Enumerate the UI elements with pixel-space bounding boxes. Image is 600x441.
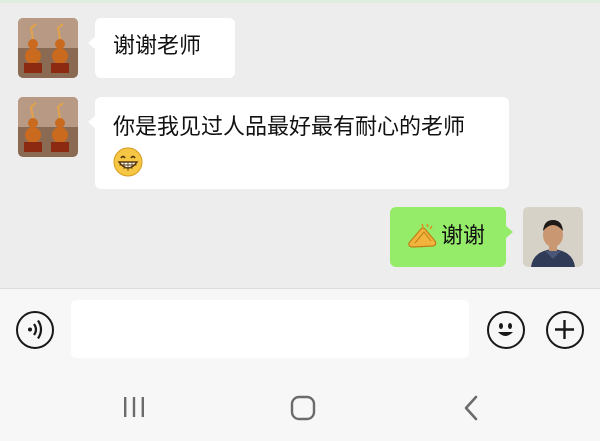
message-input[interactable] (71, 300, 469, 358)
my-avatar[interactable] (523, 207, 583, 267)
input-bar (0, 288, 600, 369)
message-bubble[interactable]: 你是我见过人品最好最有耐心的老师 (88, 97, 509, 189)
sender-avatar[interactable] (18, 97, 78, 157)
system-navigation-bar (0, 369, 600, 441)
top-divider (0, 0, 600, 3)
message-bubble[interactable]: 谢谢老师 (88, 18, 235, 78)
chat-area: 谢谢老师 你是我见过人品最好最有耐心的老师 谢谢 (0, 0, 600, 288)
home-icon[interactable] (289, 395, 317, 425)
clapping-hands-emoji (407, 221, 439, 251)
message-bubble[interactable]: 谢谢 (390, 207, 513, 267)
recent-apps-icon[interactable] (120, 395, 148, 423)
emoji-icon[interactable] (487, 311, 525, 349)
message-text: 你是我见过人品最好最有耐心的老师 (113, 115, 466, 140)
voice-input-icon[interactable] (16, 311, 54, 349)
plus-icon[interactable] (546, 311, 584, 349)
message-text: 谢谢 (441, 224, 486, 249)
grinning-face-emoji (113, 147, 143, 177)
back-icon[interactable] (460, 394, 484, 426)
sender-avatar[interactable] (18, 18, 78, 78)
message-text: 谢谢老师 (113, 34, 202, 59)
